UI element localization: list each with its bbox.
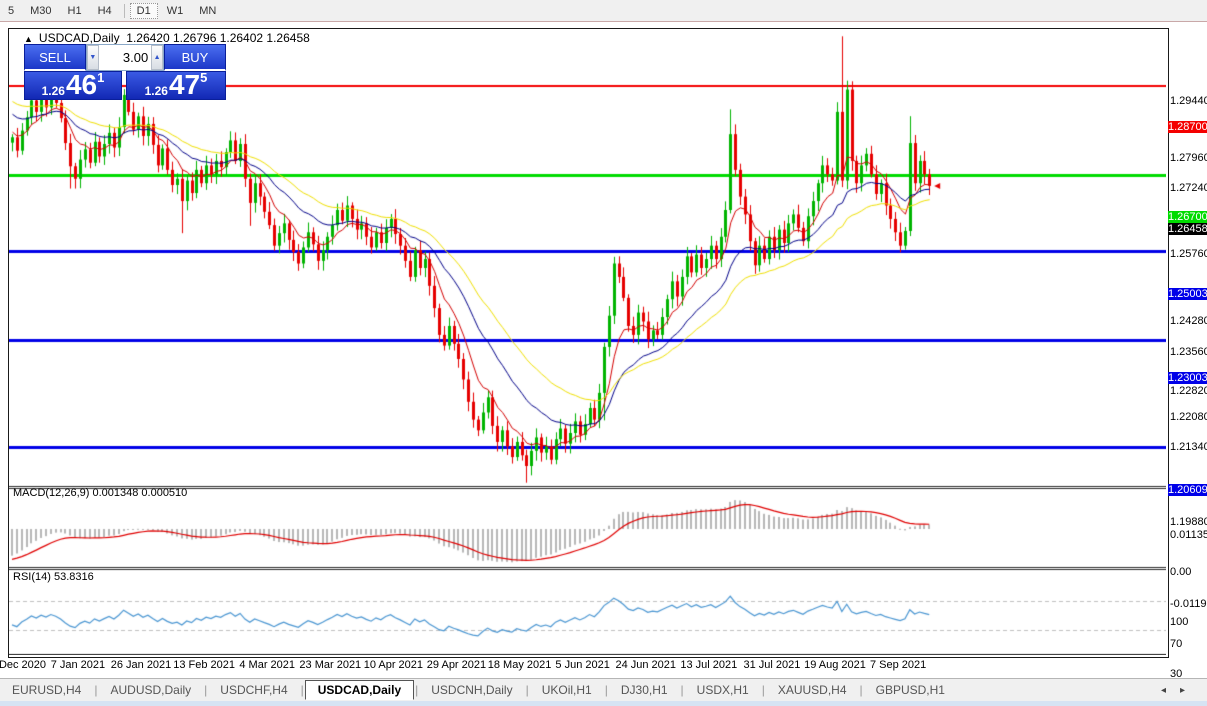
price-axis-tick: 1.29440 — [1170, 95, 1207, 107]
price-axis-tick: 0.00 — [1170, 566, 1192, 578]
timeframe-button-h4[interactable]: H4 — [91, 3, 119, 19]
chart-ohlc: 1.26420 1.26796 1.26402 1.26458 — [126, 31, 310, 45]
price-axis-tick: -0.01190 — [1170, 598, 1207, 610]
chart-tab-xauusd[interactable]: XAUUSD,H4 — [766, 681, 859, 699]
buy-price-sup: 5 — [200, 70, 208, 85]
chart-tab-gbpusd[interactable]: GBPUSD,H1 — [864, 681, 957, 699]
date-axis-tick: 29 Apr 2021 — [426, 659, 487, 671]
price-axis-tick: 100 — [1170, 616, 1189, 628]
chart-tab-bar: EURUSD,H4 | AUDUSD,Daily | USDCHF,H4 | USDCAD,… — [0, 678, 1207, 701]
tab-separator: | — [680, 683, 684, 697]
price-axis-tick: 1.23560 — [1170, 346, 1207, 358]
price-axis-tick: 1.22080 — [1170, 411, 1207, 423]
tab-separator: | — [94, 683, 98, 697]
chart-tab-dj30[interactable]: DJ30,H1 — [609, 681, 680, 699]
one-click-trade-panel: SELL ▼ ▲ BUY 1.26 46 1 1.26 47 5 — [24, 44, 226, 100]
tab-scroll-arrows[interactable]: ◂▸ — [1161, 685, 1199, 696]
tab-separator: | — [204, 683, 208, 697]
date-axis-tick: 7 Jan 2021 — [50, 659, 106, 671]
volume-box: ▼ ▲ — [86, 44, 164, 71]
tab-separator: | — [859, 683, 863, 697]
price-axis-tick: 70 — [1170, 638, 1183, 650]
price-axis-tick: 1.24280 — [1170, 315, 1207, 327]
tab-separator: | — [525, 683, 529, 697]
sell-price-sup: 1 — [97, 70, 105, 85]
date-axis-tick: 10 Apr 2021 — [363, 659, 424, 671]
chart-tab-usdcad[interactable]: USDCAD,Daily — [304, 680, 415, 700]
date-axis-tick: 7 Sep 2021 — [869, 659, 927, 671]
rsi-indicator-label: RSI(14) 53.8316 — [13, 571, 94, 583]
sell-price-tile[interactable]: 1.26 46 1 — [24, 71, 122, 100]
timeframe-toolbar: 5 M30 H1 H4 D1 W1 MN — [0, 0, 1207, 22]
window-bottom-edge — [0, 701, 1207, 706]
sell-button[interactable]: SELL — [24, 44, 86, 71]
volume-increase-button[interactable]: ▲ — [151, 45, 163, 70]
date-axis-tick: 13 Jul 2021 — [680, 659, 738, 671]
timeframe-button-w1[interactable]: W1 — [160, 3, 191, 19]
date-axis-tick: 13 Feb 2021 — [173, 659, 235, 671]
date-axis-tick: 4 Mar 2021 — [239, 659, 296, 671]
price-axis-level-blue: 1.20609 — [1168, 484, 1207, 496]
chart-tab-audusd[interactable]: AUDUSD,Daily — [98, 681, 203, 699]
chart-tab-ukoil[interactable]: UKOil,H1 — [530, 681, 604, 699]
buy-button[interactable]: BUY — [164, 44, 226, 71]
price-axis-level-blue: 1.23003 — [1168, 372, 1207, 384]
chart-tab-usdchf[interactable]: USDCHF,H4 — [208, 681, 299, 699]
price-axis-tick: 1.25760 — [1170, 248, 1207, 260]
price-axis-tick: 1.22820 — [1170, 385, 1207, 397]
price-axis-tick: 1.21340 — [1170, 441, 1207, 453]
buy-price-tile[interactable]: 1.26 47 5 — [126, 71, 226, 100]
date-axis-tick: 18 May 2021 — [487, 659, 552, 671]
timeframe-button-h1[interactable]: H1 — [61, 3, 89, 19]
timeframe-button-5[interactable]: 5 — [1, 3, 21, 19]
chart-symbol: USDCAD,Daily — [38, 31, 120, 45]
chart-tab-usdcnh[interactable]: USDCNH,Daily — [419, 681, 524, 699]
date-axis-tick: 17 Dec 2020 — [0, 659, 47, 671]
volume-input[interactable] — [98, 45, 152, 70]
date-axis-tick: 24 Jun 2021 — [615, 659, 677, 671]
price-axis-level-green: 1.26700 — [1168, 211, 1207, 223]
buy-price-small: 1.26 — [144, 84, 168, 98]
date-axis-tick: 26 Jan 2021 — [110, 659, 172, 671]
tab-separator: | — [761, 683, 765, 697]
collapse-icon[interactable]: ▲ — [24, 34, 33, 44]
toolbar-separator — [123, 3, 125, 18]
chart-title: ▲ USDCAD,Daily 1.26420 1.26796 1.26402 1.… — [24, 31, 310, 45]
tab-separator: | — [300, 683, 304, 697]
tab-separator: | — [415, 683, 419, 697]
date-axis-tick: 23 Mar 2021 — [299, 659, 362, 671]
timeframe-button-m30[interactable]: M30 — [23, 3, 58, 19]
price-axis-tick: 0.01135 — [1170, 529, 1207, 541]
price-axis-tick: 1.27960 — [1170, 152, 1207, 164]
date-axis-tick: 5 Jun 2021 — [555, 659, 610, 671]
price-axis-level-red: 1.28700 — [1168, 121, 1207, 133]
sell-price-small: 1.26 — [41, 84, 65, 98]
timeframe-button-d1[interactable]: D1 — [129, 2, 158, 19]
date-axis-tick: 19 Aug 2021 — [804, 659, 866, 671]
chart-tab-eurusd[interactable]: EURUSD,H4 — [0, 681, 93, 699]
price-axis-tick: 1.19880 — [1170, 516, 1207, 528]
timeframe-button-mn[interactable]: MN — [192, 3, 223, 19]
macd-indicator-label: MACD(12,26,9) 0.001348 0.000510 — [13, 487, 188, 499]
chart-tab-usdx[interactable]: USDX,H1 — [685, 681, 761, 699]
price-axis-level-blue: 1.25003 — [1168, 288, 1207, 300]
date-axis-tick: 31 Jul 2021 — [743, 659, 801, 671]
price-axis-tick: 1.27240 — [1170, 182, 1207, 194]
chart-window: ▲ USDCAD,Daily 1.26420 1.26796 1.26402 1.… — [0, 22, 1207, 701]
sell-price-big: 46 — [65, 69, 98, 100]
trading-app: 5 M30 H1 H4 D1 W1 MN ▲ USDCAD,Daily 1.26420 1.2… — [0, 0, 1207, 706]
buy-price-big: 47 — [168, 69, 201, 100]
tab-separator: | — [604, 683, 608, 697]
price-axis-level-black: 1.26458 — [1168, 223, 1207, 235]
chart-canvas[interactable] — [9, 29, 1166, 655]
volume-decrease-button[interactable]: ▼ — [87, 45, 99, 70]
